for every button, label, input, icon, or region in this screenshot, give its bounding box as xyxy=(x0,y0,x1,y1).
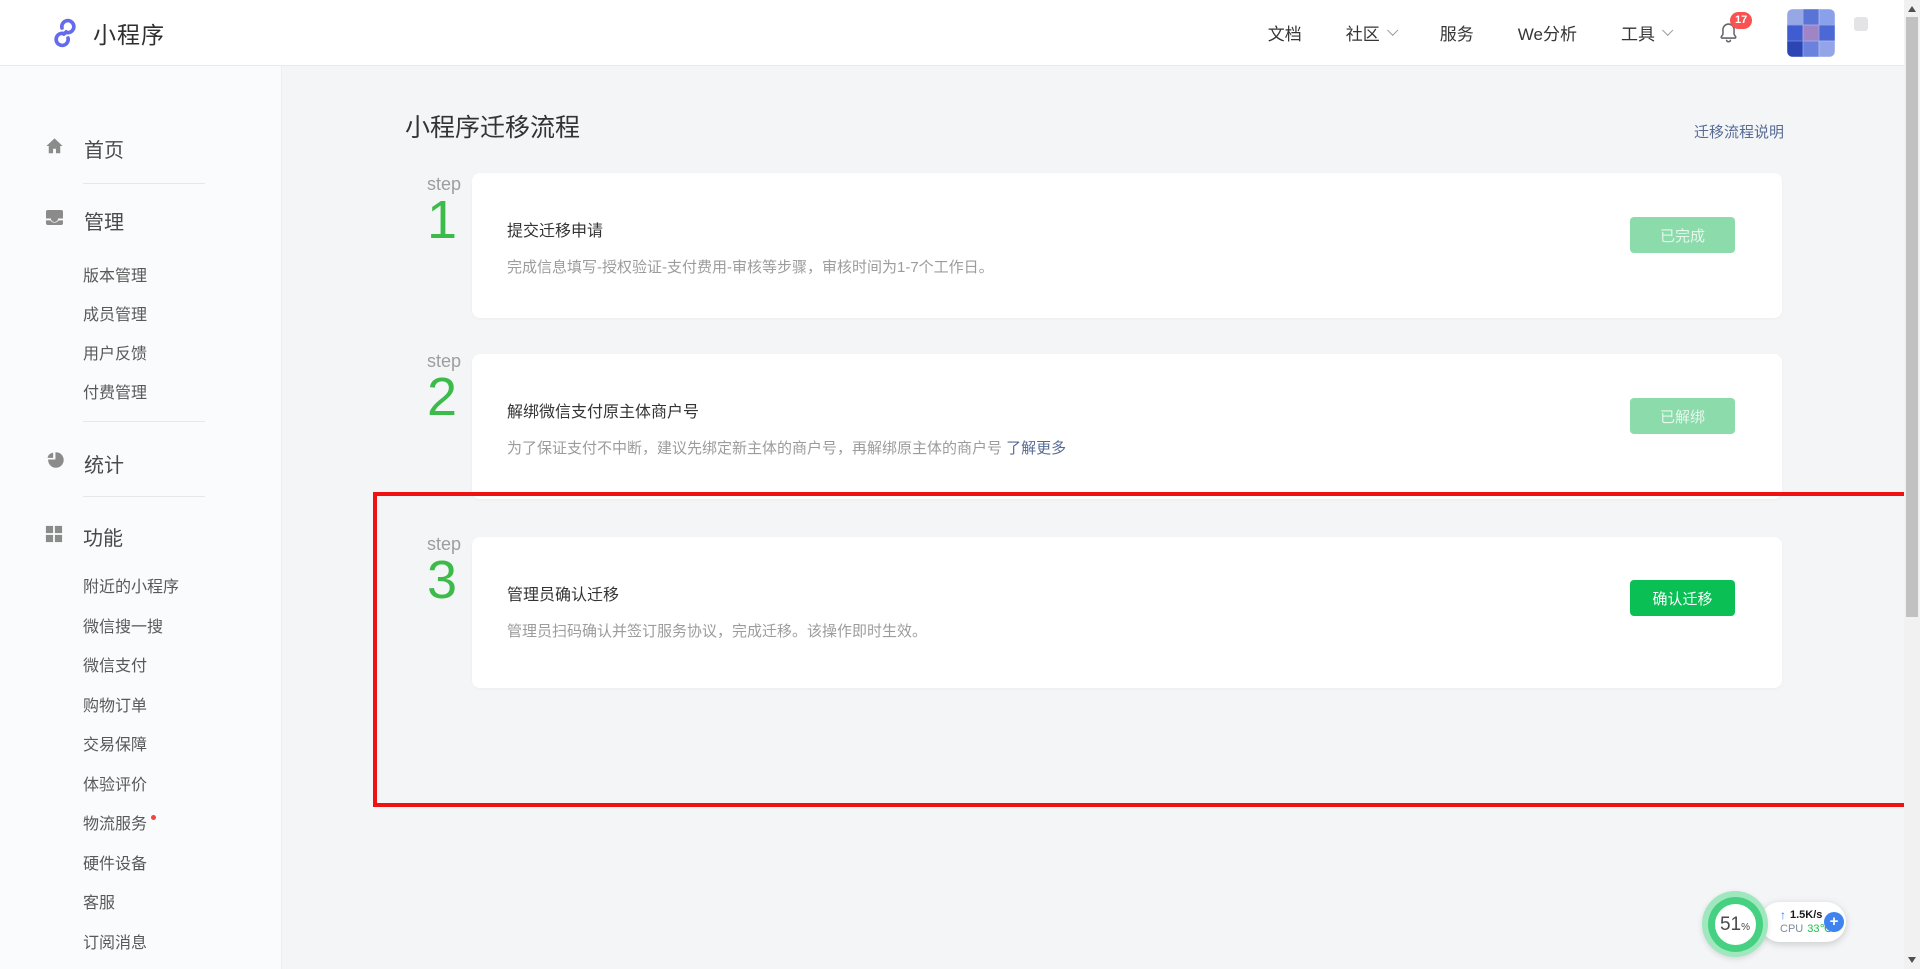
sidebar-item-features[interactable]: 功能 xyxy=(0,522,281,550)
home-icon xyxy=(45,137,64,160)
step-3-card: 管理员确认迁移 管理员扫码确认并签订服务协议，完成迁移。该操作即时生效。 确认迁… xyxy=(472,537,1782,688)
sidebar-item-experience-rating[interactable]: 体验评价 xyxy=(0,772,281,800)
miniprogram-logo-icon xyxy=(48,16,82,50)
sidebar-item-user-feedback[interactable]: 用户反馈 xyxy=(0,341,281,369)
nav-item-community[interactable]: 社区 xyxy=(1346,20,1396,45)
top-header: 小程序 文档 社区 服务 We分析 工具 17 xyxy=(0,0,1904,66)
avatar[interactable] xyxy=(1787,9,1835,57)
sidebar-item-member-manage[interactable]: 成员管理 xyxy=(0,302,281,330)
nav-item-tools[interactable]: 工具 xyxy=(1621,20,1671,45)
sidebar-item-manage[interactable]: 管理 xyxy=(0,206,281,234)
plus-icon[interactable]: + xyxy=(1824,912,1844,932)
cpu-label: CPU xyxy=(1780,923,1803,936)
top-nav: 文档 社区 服务 We分析 工具 17 xyxy=(1224,9,1868,57)
nav-item-services[interactable]: 服务 xyxy=(1440,20,1474,45)
gauge-core: 51 % xyxy=(1715,904,1756,945)
inbox-icon xyxy=(45,209,64,231)
migration-help-link[interactable]: 迁移流程说明 xyxy=(1694,121,1784,142)
logo-text: 小程序 xyxy=(93,16,165,50)
step-2-title: 解绑微信支付原主体商户号 xyxy=(507,398,1782,422)
upload-arrow-icon: ↑ xyxy=(1780,909,1786,922)
page-title: 小程序迁移流程 xyxy=(405,108,580,144)
notification-badge: 17 xyxy=(1730,12,1752,29)
step-2-card: 解绑微信支付原主体商户号 为了保证支付不中断，建议先绑定新主体的商户号，再解绑原… xyxy=(472,354,1782,499)
gauge-ring: 51 % xyxy=(1708,897,1763,952)
step-1-card: 提交迁移申请 完成信息填写-授权验证-支付费用-审核等步骤，审核时间为1-7个工… xyxy=(472,173,1782,318)
confirm-migration-button[interactable]: 确认迁移 xyxy=(1630,580,1735,616)
nav-item-docs[interactable]: 文档 xyxy=(1268,20,1302,45)
chevron-down-icon xyxy=(1662,24,1673,35)
sidebar-divider xyxy=(83,421,205,422)
bell-icon xyxy=(1717,31,1740,48)
step-1-desc: 完成信息填写-授权验证-支付费用-审核等步骤，审核时间为1-7个工作日。 xyxy=(507,256,1782,277)
sidebar-item-wechat-pay[interactable]: 微信支付 xyxy=(0,653,281,681)
step-1-status-button: 已完成 xyxy=(1630,217,1735,253)
sidebar-item-paid-manage[interactable]: 付费管理 xyxy=(0,380,281,408)
avatar-mini-square xyxy=(1854,17,1868,31)
app-logo[interactable]: 小程序 xyxy=(48,16,165,50)
chevron-down-icon xyxy=(1387,24,1398,35)
sidebar-item-trade-guarantee[interactable]: 交易保障 xyxy=(0,732,281,760)
main-content: 小程序迁移流程 迁移流程说明 step 1 提交迁移申请 完成信息填写-授权验证… xyxy=(283,66,1904,969)
sidebar-divider xyxy=(83,496,205,497)
sidebar-item-logistics[interactable]: 物流服务 xyxy=(0,811,281,839)
sidebar-item-hardware[interactable]: 硬件设备 xyxy=(0,851,281,879)
vertical-scrollbar xyxy=(1904,0,1920,969)
sidebar-item-shopping-orders[interactable]: 购物订单 xyxy=(0,693,281,721)
notifications-button[interactable]: 17 xyxy=(1717,21,1741,45)
sidebar-divider xyxy=(83,183,205,184)
step-3-desc: 管理员扫码确认并签订服务协议，完成迁移。该操作即时生效。 xyxy=(507,620,1782,641)
step-2-status-button: 已解绑 xyxy=(1630,398,1735,434)
scrollbar-up-icon[interactable] xyxy=(1908,6,1916,12)
scrollbar-thumb[interactable] xyxy=(1906,17,1918,617)
learn-more-link[interactable]: 了解更多 xyxy=(1006,440,1066,457)
scrollbar-down-icon[interactable] xyxy=(1908,957,1916,963)
pie-chart-icon xyxy=(45,451,64,475)
grid-icon xyxy=(45,525,63,548)
sidebar-item-version-manage[interactable]: 版本管理 xyxy=(0,263,281,291)
sidebar-item-subscribe-message[interactable]: 订阅消息 xyxy=(0,930,281,958)
red-dot-badge xyxy=(151,815,156,820)
step-2-desc: 为了保证支付不中断，建议先绑定新主体的商户号，再解绑原主体的商户号 了解更多 xyxy=(507,437,1782,458)
sidebar-item-search[interactable]: 微信搜一搜 xyxy=(0,614,281,642)
step-1-title: 提交迁移申请 xyxy=(507,217,1782,241)
memory-usage-gauge[interactable]: 51 % xyxy=(1702,891,1768,957)
sidebar-item-nearby[interactable]: 附近的小程序 xyxy=(0,574,281,602)
nav-item-weanalytics[interactable]: We分析 xyxy=(1518,20,1577,45)
sidebar-item-statistics[interactable]: 统计 xyxy=(0,449,281,477)
net-speed-value: 1.5K/s xyxy=(1790,909,1822,922)
step-3-title: 管理员确认迁移 xyxy=(507,581,1782,605)
gauge-percent-unit: % xyxy=(1741,922,1750,933)
gauge-percent-value: 51 xyxy=(1720,915,1741,934)
sidebar: 首页 管理 版本管理 成员管理 用户反馈 付费管理 统计 功能 附近的小程序 微… xyxy=(0,66,282,969)
sidebar-item-customer-service[interactable]: 客服 xyxy=(0,890,281,918)
sidebar-item-home[interactable]: 首页 xyxy=(0,134,281,162)
